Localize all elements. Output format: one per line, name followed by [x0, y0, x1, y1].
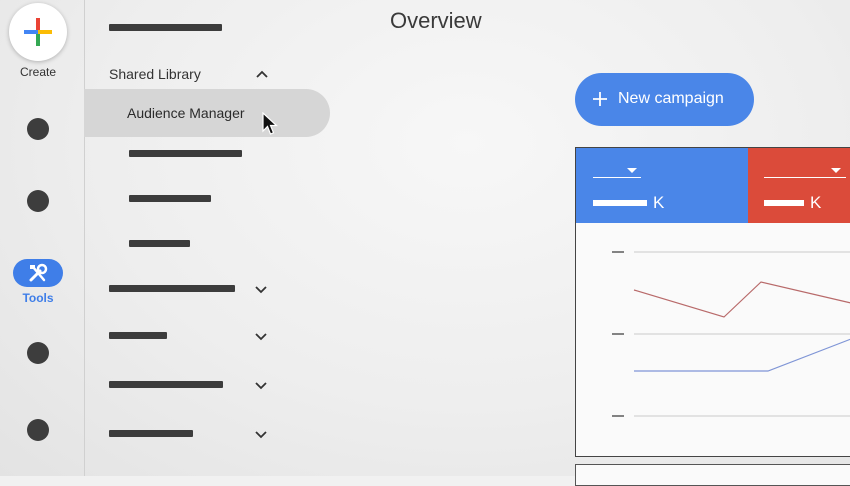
secondary-card [575, 464, 850, 486]
rail-item-1[interactable] [27, 118, 49, 140]
menu-item-placeholder-5[interactable] [109, 332, 167, 339]
navigation-rail: Create Tools [0, 0, 82, 476]
metric-selector-underline [764, 177, 846, 178]
performance-card: K K [575, 147, 850, 457]
tools-button[interactable] [13, 259, 63, 287]
create-label: Create [19, 65, 57, 79]
red-series-line [633, 281, 850, 318]
new-campaign-button[interactable]: New campaign [575, 73, 754, 126]
blue-series-line [634, 338, 850, 372]
chevron-down-icon[interactable] [254, 378, 268, 392]
submenu-item-placeholder-1[interactable] [129, 150, 242, 157]
menu-item-audience-manager[interactable]: Audience Manager [84, 89, 330, 137]
performance-chart [612, 251, 850, 417]
metric-selector-underline [593, 177, 641, 178]
dropdown-caret-icon[interactable] [627, 168, 637, 173]
submenu-item-placeholder-3[interactable] [129, 240, 190, 247]
metric-value-placeholder [593, 200, 647, 206]
metric-tile-blue[interactable]: K [576, 148, 748, 223]
dropdown-caret-icon[interactable] [831, 168, 841, 173]
page-title: Overview [390, 8, 482, 33]
metric-tile-red[interactable]: K [748, 148, 850, 223]
plus-icon [593, 92, 607, 106]
metric-unit: K [810, 193, 822, 212]
rail-item-4[interactable] [27, 419, 49, 441]
tools-label: Tools [22, 291, 54, 305]
menu-item-placeholder-7[interactable] [109, 430, 193, 437]
menu-item-placeholder-top[interactable] [109, 24, 222, 31]
audience-manager-label: Audience Manager [127, 105, 245, 121]
menu-item-placeholder-4[interactable] [109, 285, 235, 292]
create-button[interactable] [9, 3, 67, 61]
mouse-cursor-icon [262, 112, 278, 135]
plus-icon [24, 18, 52, 46]
chevron-down-icon[interactable] [254, 427, 268, 441]
menu-item-placeholder-6[interactable] [109, 381, 223, 388]
tools-icon [29, 263, 48, 282]
shared-library-heading[interactable]: Shared Library [109, 66, 201, 82]
chevron-up-icon[interactable] [255, 67, 269, 81]
metric-value-placeholder [764, 200, 804, 206]
rail-divider [84, 0, 85, 476]
new-campaign-label: New campaign [618, 90, 724, 107]
rail-item-3[interactable] [27, 342, 49, 364]
submenu-item-placeholder-2[interactable] [129, 195, 211, 202]
rail-item-2[interactable] [27, 190, 49, 212]
chevron-down-icon[interactable] [254, 282, 268, 296]
chevron-down-icon[interactable] [254, 329, 268, 343]
metric-unit: K [653, 193, 665, 212]
